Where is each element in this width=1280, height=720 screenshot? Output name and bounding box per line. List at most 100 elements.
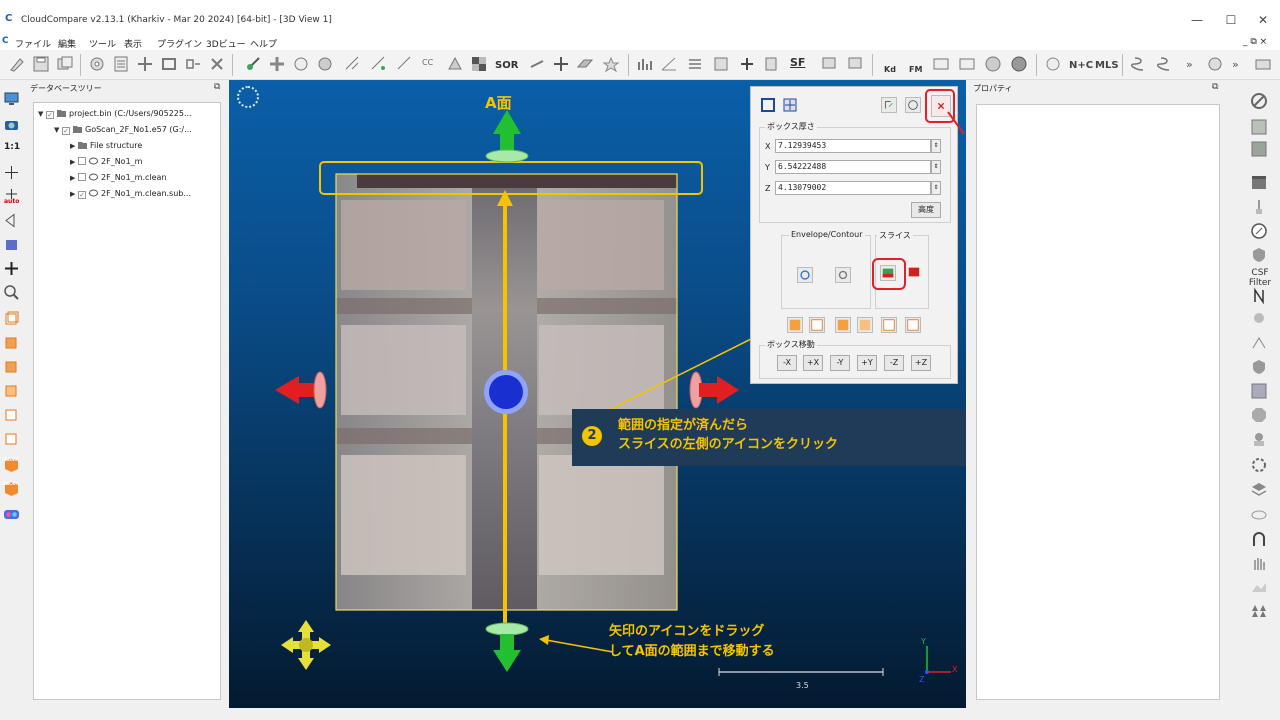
pencil-icon[interactable] xyxy=(8,55,26,73)
view-front-icon[interactable] xyxy=(3,358,20,375)
view-xp-icon[interactable] xyxy=(787,317,803,333)
view-xm-icon[interactable] xyxy=(809,317,825,333)
checkbox[interactable]: ✓ xyxy=(46,111,54,119)
perspective-icon[interactable] xyxy=(3,212,20,229)
sf-arithmetic-icon[interactable] xyxy=(712,55,730,73)
move-minus-y-button[interactable]: -Y xyxy=(830,355,850,371)
fm-button[interactable]: FM xyxy=(909,65,922,74)
trees-icon[interactable] xyxy=(1250,602,1268,620)
menu-file[interactable]: ファイル xyxy=(15,37,51,50)
tools-icon[interactable] xyxy=(1206,55,1224,73)
globe-icon[interactable] xyxy=(984,55,1002,73)
float-panel-icon[interactable]: ⧉ xyxy=(214,82,220,92)
reset-icon[interactable] xyxy=(905,97,921,113)
point-pick-icon[interactable] xyxy=(244,55,262,73)
db-tree-view[interactable]: ▼ ✓ project.bin (C:/Users/905225... ▼ ✓ GoSc… xyxy=(33,102,221,700)
tree-item-2f-no1-m[interactable]: ▶ 2F_No1_m xyxy=(70,155,142,169)
view-top-icon[interactable] xyxy=(3,334,20,351)
sor-filter-button[interactable]: SOR xyxy=(495,60,518,71)
menu-plugins[interactable]: プラグイン xyxy=(157,37,202,50)
tree-item-project[interactable]: ▼ ✓ project.bin (C:/Users/905225... xyxy=(38,107,192,121)
window-icon[interactable] xyxy=(932,55,950,73)
normal-icon[interactable] xyxy=(528,55,546,73)
tree-item-goscan[interactable]: ▼ ✓ GoScan_2F_No1.e57 (G:/... xyxy=(54,123,192,137)
menu-3dview[interactable]: 3Dビュー xyxy=(206,37,246,50)
pcv-icon[interactable] xyxy=(1250,382,1268,400)
stereo-icon[interactable] xyxy=(3,506,20,523)
tree-item-2f-no1-m-clean[interactable]: ▶ 2F_No1_m.clean xyxy=(70,171,167,185)
histogram-icon[interactable] xyxy=(636,55,654,73)
plane-icon[interactable] xyxy=(576,55,594,73)
scale-1-1-button[interactable]: 1:1 xyxy=(4,142,20,152)
thickness-x-input[interactable]: 7.12939453 xyxy=(775,139,931,153)
minimize-button[interactable]: — xyxy=(1182,8,1212,32)
checkbox[interactable]: ✓ xyxy=(78,191,86,199)
box-mode-button[interactable] xyxy=(760,97,776,113)
ball-icon[interactable] xyxy=(1010,55,1028,73)
section-extract-icon[interactable] xyxy=(1156,55,1174,73)
menu-display[interactable]: 表示 xyxy=(124,37,142,50)
ransac-icon[interactable] xyxy=(1250,430,1268,448)
segment-icon[interactable] xyxy=(268,55,286,73)
add-sf-icon[interactable] xyxy=(738,55,756,73)
csl-icon[interactable] xyxy=(1250,118,1268,136)
thickness-z-input[interactable]: 4.13079002 xyxy=(775,181,931,195)
classify-icon[interactable] xyxy=(846,55,864,73)
remove-sf-icon[interactable] xyxy=(762,55,780,73)
menu-tools[interactable]: ツール xyxy=(89,37,116,50)
delete-icon[interactable] xyxy=(208,55,226,73)
panel-icon[interactable] xyxy=(958,55,976,73)
float-panel-icon[interactable]: ⧉ xyxy=(1212,82,1218,92)
view-zm-icon[interactable] xyxy=(905,317,921,333)
csf-filter-label[interactable]: CSF Filter xyxy=(1240,268,1280,288)
toolbar-more-button[interactable]: » xyxy=(1186,58,1193,71)
clone-icon[interactable] xyxy=(56,55,74,73)
camera-icon[interactable] xyxy=(3,116,20,133)
nc-button[interactable]: N+C xyxy=(1069,60,1093,71)
camera-tools-icon[interactable] xyxy=(1254,55,1272,73)
checkbox[interactable] xyxy=(78,173,86,181)
mdi-controls[interactable]: _ ⧉ × xyxy=(1243,37,1267,47)
view-bottom-icon[interactable] xyxy=(3,430,20,447)
distance-icon[interactable] xyxy=(396,55,414,73)
subsample-icon[interactable] xyxy=(136,55,154,73)
disable-icon[interactable] xyxy=(1250,92,1268,110)
layers-icon[interactable] xyxy=(1250,480,1268,498)
list-icon[interactable] xyxy=(112,55,130,73)
save-icon[interactable] xyxy=(32,55,50,73)
menu-help[interactable]: ヘルプ xyxy=(250,37,277,50)
thickness-z-spinner[interactable]: ⇕ xyxy=(931,181,941,195)
export-multiple-slices-icon[interactable] xyxy=(907,265,923,281)
film-icon[interactable] xyxy=(1250,174,1268,192)
noise-icon[interactable] xyxy=(446,55,464,73)
checkbox[interactable]: ✓ xyxy=(62,127,70,135)
thickness-x-spinner[interactable]: ⇕ xyxy=(931,139,941,153)
move-right-handle-icon[interactable] xyxy=(689,371,739,409)
light-icon[interactable] xyxy=(3,236,20,253)
view-iso1-icon[interactable] xyxy=(3,310,20,327)
thickness-y-spinner[interactable]: ⇕ xyxy=(931,160,941,174)
terrain-icon[interactable] xyxy=(1250,578,1268,596)
properties-view[interactable] xyxy=(976,104,1220,700)
view-right-icon[interactable] xyxy=(3,406,20,423)
section-icon[interactable] xyxy=(1130,55,1148,73)
export-icon[interactable] xyxy=(881,97,897,113)
move-plus-x-button[interactable]: +X xyxy=(803,355,823,371)
pan-navigator-icon[interactable] xyxy=(281,620,331,670)
sf-filter-icon[interactable] xyxy=(686,55,704,73)
move-icon[interactable] xyxy=(552,55,570,73)
move-down-handle-icon[interactable] xyxy=(485,622,529,672)
zoom-icon[interactable] xyxy=(3,284,20,301)
register-icon[interactable] xyxy=(370,55,388,73)
star-icon[interactable] xyxy=(602,55,620,73)
hpr-icon[interactable] xyxy=(1250,310,1268,328)
sf-button[interactable]: SF xyxy=(790,56,805,69)
crop-icon[interactable] xyxy=(160,55,178,73)
ellipse-icon[interactable] xyxy=(1250,506,1268,524)
view-ym-icon[interactable] xyxy=(857,317,873,333)
maximize-button[interactable]: ☐ xyxy=(1216,8,1246,32)
octagon-icon[interactable] xyxy=(1250,406,1268,424)
checker-icon[interactable] xyxy=(470,55,488,73)
pivot-icon[interactable] xyxy=(3,260,20,277)
north-icon[interactable] xyxy=(1250,286,1268,304)
